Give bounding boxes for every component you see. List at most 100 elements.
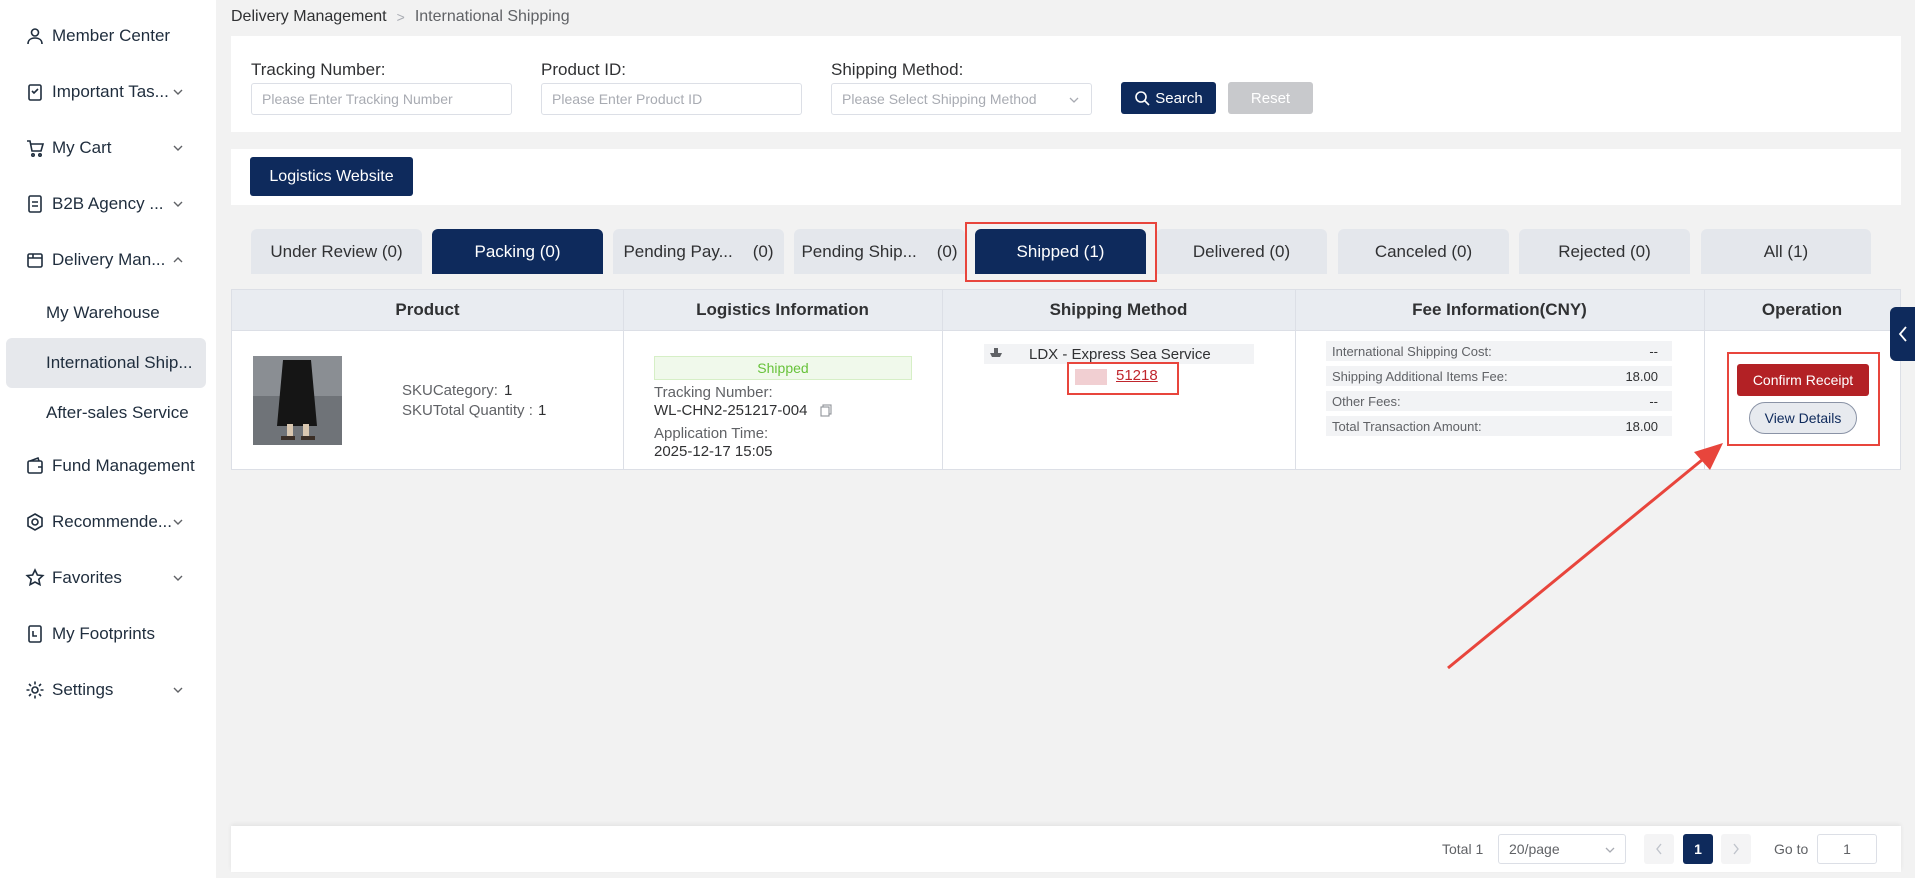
sidebar-item-my-warehouse[interactable]: My Warehouse [6, 288, 206, 338]
breadcrumb-separator: > [396, 9, 405, 25]
tab-canceled[interactable]: Canceled (0) [1338, 229, 1509, 274]
sidebar-item-important-tasks[interactable]: Important Tas... [0, 67, 216, 117]
fee-value: 18.00 [1625, 418, 1658, 434]
tab-label: Rejected (0) [1558, 241, 1651, 261]
logistics-website-button[interactable]: Logistics Website [250, 157, 413, 196]
search-button[interactable]: Search [1121, 82, 1216, 114]
tab-label: Packing (0) [474, 241, 561, 261]
star-icon [24, 567, 46, 589]
sku-total-label: SKUTotal Quantity : [402, 402, 533, 419]
shipping-method-placeholder: Please Select Shipping Method [842, 91, 1037, 107]
sidebar-item-label: Fund Management [52, 456, 195, 475]
page-button-current[interactable]: 1 [1683, 834, 1713, 864]
operation-highlight [1727, 352, 1880, 446]
page-size-select[interactable]: 20/page [1498, 834, 1626, 864]
chevron-right-icon [1733, 843, 1739, 855]
tab-pending-shipment[interactable]: Pending Ship... (0) [794, 229, 965, 274]
chevron-down-icon [173, 687, 183, 693]
clipboard-icon [24, 81, 46, 103]
sidebar-item-delivery-management[interactable]: Delivery Man... [0, 235, 216, 285]
tracking-number-label: Tracking Number: [654, 384, 773, 401]
sidebar-item-label: B2B Agency ... [52, 194, 164, 213]
sidebar-item-label: Important Tas... [52, 82, 169, 101]
fee-value: 18.00 [1625, 368, 1658, 384]
prev-page-button[interactable] [1644, 834, 1674, 864]
shipping-method-label: Shipping Method: [831, 60, 964, 79]
copy-icon[interactable] [820, 404, 833, 417]
shipping-method-select[interactable]: Please Select Shipping Method [831, 83, 1092, 115]
sidebar-item-settings[interactable]: Settings [0, 665, 216, 715]
shipping-link-highlight [1067, 362, 1179, 395]
chevron-up-icon [173, 257, 183, 263]
fee-label: Total Transaction Amount: [1332, 418, 1482, 434]
pagination: Total 1 20/page 1 Go to 1 [231, 826, 1901, 872]
tab-all[interactable]: All (1) [1701, 229, 1871, 274]
document-icon [24, 193, 46, 215]
tab-pending-payment[interactable]: Pending Pay... (0) [613, 229, 784, 274]
goto-page-input[interactable]: 1 [1817, 834, 1877, 864]
sidebar-item-b2b-agency[interactable]: B2B Agency ... [0, 179, 216, 229]
annotation-arrow [1447, 443, 1723, 670]
reset-button[interactable]: Reset [1228, 82, 1313, 114]
sidebar-item-after-sales-service[interactable]: After-sales Service [6, 388, 206, 438]
package-icon [24, 249, 46, 271]
next-page-button[interactable] [1721, 834, 1751, 864]
sidebar-item-label: Delivery Man... [52, 250, 166, 269]
divider [623, 290, 624, 469]
sidebar-item-member-center[interactable]: Member Center [0, 11, 216, 61]
product-id-label: Product ID: [541, 60, 627, 79]
tab-under-review[interactable]: Under Review (0) [251, 229, 422, 274]
tab-count: (0) [936, 241, 958, 261]
search-panel: Tracking Number: Please Enter Tracking N… [231, 36, 1901, 132]
sku-total-value: 1 [538, 402, 547, 419]
tab-rejected[interactable]: Rejected (0) [1519, 229, 1690, 274]
gear-icon [24, 679, 46, 701]
chevron-down-icon [173, 575, 183, 581]
user-icon [24, 25, 46, 47]
header-product: Product [395, 300, 460, 319]
chevron-down-icon [1605, 847, 1615, 853]
tab-packing[interactable]: Packing (0) [432, 229, 603, 274]
collapse-panel-button[interactable] [1890, 307, 1915, 361]
sidebar-item-international-shipping[interactable]: International Ship... [6, 338, 206, 388]
fee-label: Other Fees: [1332, 393, 1401, 409]
sidebar-item-fund-management[interactable]: Fund Management [0, 441, 216, 491]
tracking-number-value: WL-CHN2-251217-004 [654, 402, 808, 419]
pagination-total: Total 1 [1442, 841, 1484, 857]
fee-row: Other Fees: -- [1326, 391, 1672, 411]
sidebar-item-label: Member Center [52, 26, 171, 45]
sidebar-item-my-footprints[interactable]: My Footprints [0, 609, 216, 659]
shipped-tab-highlight [965, 222, 1157, 282]
goto-label: Go to [1774, 841, 1809, 857]
tab-label: All (1) [1763, 241, 1809, 261]
sidebar-item-label: Settings [52, 680, 114, 699]
sidebar-item-recommended[interactable]: Recommende... [0, 497, 216, 547]
sidebar-item-label: My Footprints [52, 624, 155, 643]
chevron-down-icon [173, 145, 183, 151]
chevron-down-icon [173, 89, 183, 95]
header-fee-information: Fee Information(CNY) [1412, 300, 1587, 319]
chevron-down-icon [173, 519, 183, 525]
sidebar-item-favorites[interactable]: Favorites [0, 553, 216, 603]
tab-label: Pending Ship... [801, 241, 917, 261]
page-size-value: 20/page [1509, 841, 1560, 857]
sidebar-item-label: International Ship... [46, 353, 193, 372]
fee-row: Shipping Additional Items Fee: 18.00 [1326, 366, 1672, 386]
sidebar-item-label: Favorites [52, 568, 122, 587]
logistics-panel: Logistics Website [231, 149, 1901, 205]
tab-delivered[interactable]: Delivered (0) [1156, 229, 1327, 274]
application-time-label: Application Time: [654, 425, 769, 442]
breadcrumb-root[interactable]: Delivery Management [231, 8, 387, 26]
product-id-input[interactable]: Please Enter Product ID [541, 83, 802, 115]
tracking-number-input[interactable]: Please Enter Tracking Number [251, 83, 512, 115]
fee-value: -- [1649, 393, 1658, 409]
product-thumbnail[interactable] [253, 356, 342, 445]
header-operation: Operation [1761, 300, 1843, 319]
goto-page-value: 1 [1843, 841, 1851, 857]
tab-label: Under Review (0) [270, 241, 403, 261]
sidebar-item-my-cart[interactable]: My Cart [0, 123, 216, 173]
tab-label: Canceled (0) [1374, 241, 1473, 261]
sidebar-item-label: My Warehouse [46, 303, 160, 322]
logistics-website-label: Logistics Website [269, 167, 394, 185]
cart-icon [24, 137, 46, 159]
